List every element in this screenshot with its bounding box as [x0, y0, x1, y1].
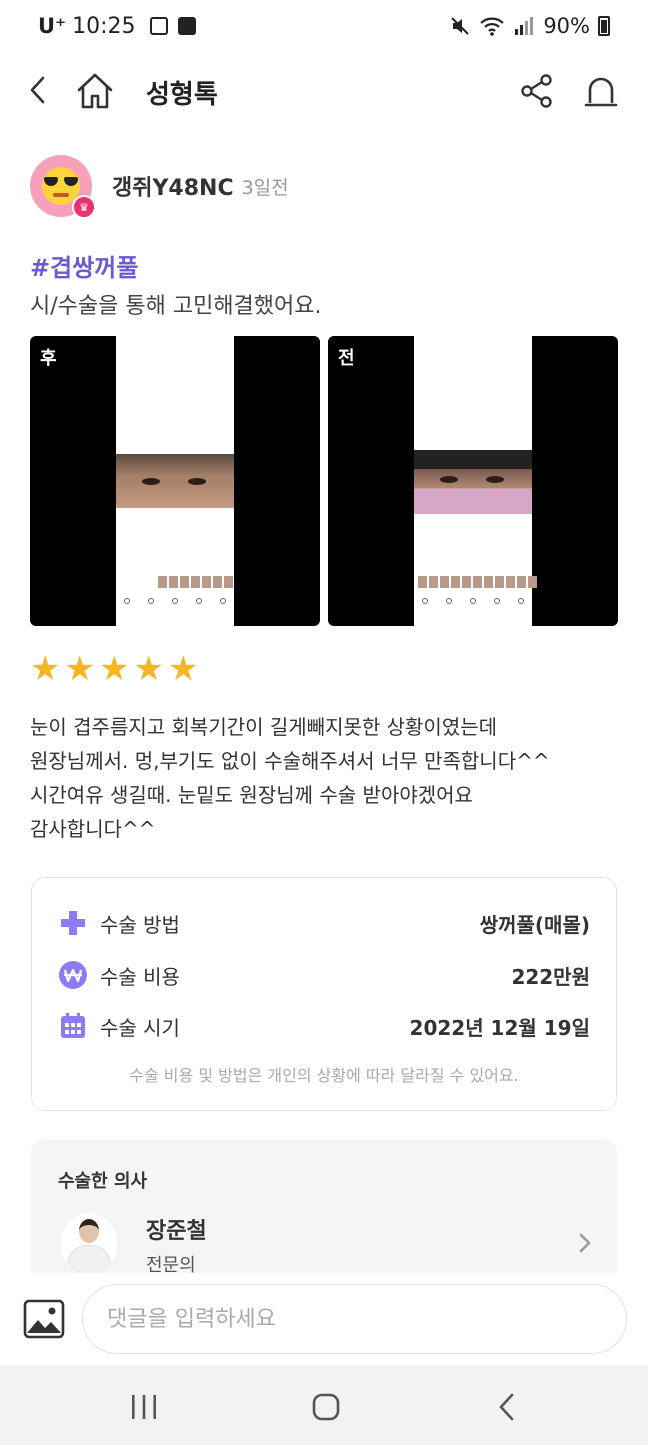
plus-cross-icon — [58, 908, 88, 938]
system-back-button[interactable] — [487, 1387, 527, 1427]
app-header: 성형톡 — [0, 60, 648, 124]
review-line: 감사합니다^^ — [30, 817, 156, 841]
after-label: 후 — [40, 348, 57, 369]
comment-bar — [0, 1273, 648, 1365]
signal-icon — [515, 17, 534, 35]
surgery-cost-value: 222만원 — [511, 964, 590, 989]
post-author[interactable]: ♛ 갱쥐Y48NC 3일전 — [30, 155, 289, 219]
doctor-name: 장준철 — [146, 1219, 207, 1244]
clock: 10:25 — [72, 13, 136, 39]
chevron-left-icon — [30, 76, 45, 104]
before-label: 전 — [338, 348, 355, 369]
after-photo[interactable]: 후 — [30, 336, 320, 626]
system-home-button[interactable] — [306, 1387, 346, 1427]
image-icon — [23, 1299, 65, 1339]
back-button[interactable] — [18, 70, 58, 110]
surgery-method-label: 수술 방법 — [100, 912, 180, 937]
star-icon: ★ — [98, 649, 130, 689]
surgery-date-value: 2022년 12월 19일 — [409, 1015, 590, 1040]
app-notification-icon — [177, 17, 196, 35]
status-indicators: 90% — [449, 14, 610, 38]
surgery-cost-row: 수술 비용 222만원 — [58, 958, 590, 992]
author-name[interactable]: 갱쥐Y48NC — [112, 170, 234, 202]
before-photo[interactable]: 전 — [328, 336, 618, 626]
doctor-card-heading: 수술한 의사 — [58, 1171, 148, 1192]
home-button[interactable] — [72, 68, 118, 114]
comment-input[interactable] — [82, 1284, 627, 1354]
post-time: 3일전 — [241, 176, 289, 199]
recents-icon — [132, 1395, 156, 1419]
star-icon: ★ — [167, 649, 199, 689]
review-text: 눈이 겹주름지고 회복기간이 길게빼지못한 상황이였는데 원장님께서. 멍,부기… — [30, 710, 620, 846]
post-hashtag[interactable]: #겹쌍꺼풀 — [30, 248, 138, 283]
battery-icon — [598, 16, 610, 36]
star-icon: ★ — [30, 649, 61, 689]
battery-percent: 90% — [543, 14, 590, 38]
report-alarm-button[interactable] — [578, 68, 624, 114]
sunglasses-emoji-icon — [44, 177, 78, 187]
surgery-date-row: 수술 시기 2022년 12월 19일 — [58, 1009, 590, 1043]
crown-badge-icon: ♛ — [72, 195, 96, 219]
chevron-right-icon — [579, 1233, 591, 1253]
surgery-cost-label: 수술 비용 — [100, 964, 180, 989]
share-button[interactable] — [514, 68, 560, 114]
doctor-card[interactable]: 수술한 의사 장준철 전문의 — [31, 1139, 617, 1273]
after-photo-screenshot — [116, 336, 234, 626]
gallery-notification-icon — [149, 17, 168, 35]
carrier-label: U⁺ — [38, 14, 67, 38]
system-navigation-bar — [0, 1365, 648, 1445]
surgery-date-label: 수술 시기 — [100, 1015, 180, 1040]
wifi-icon — [480, 17, 505, 36]
doctor-photo — [61, 1213, 117, 1273]
share-icon — [521, 74, 552, 108]
page-title: 성형톡 — [146, 80, 218, 110]
review-line: 원장님께서. 멍,부기도 없이 수술해주셔서 너무 만족합니다^^ — [30, 749, 550, 773]
surgery-info-disclaimer: 수술 비용 및 방법은 개인의 상황에 따라 달라질 수 있어요. — [129, 1066, 519, 1085]
calendar-icon — [58, 1011, 88, 1041]
attach-photo-button[interactable] — [22, 1297, 66, 1341]
review-line: 시간여유 생길때. 눈밑도 원장님께 수술 받아야겠어요 — [30, 783, 473, 807]
status-bar: U⁺ 10:25 90% — [0, 0, 648, 52]
before-photo-screenshot — [414, 336, 537, 626]
surgery-info-card: 수술 방법 쌍꺼풀(매몰) 수술 비용 222만원 수술 시기 2022년 12… — [31, 877, 617, 1111]
won-coin-icon — [58, 960, 88, 990]
star-rating: ★ ★ ★ ★ ★ — [30, 652, 198, 686]
home-circle-icon — [312, 1393, 340, 1421]
star-icon: ★ — [133, 649, 164, 689]
mute-icon — [451, 17, 470, 35]
home-icon — [77, 73, 113, 109]
star-icon: ★ — [64, 649, 95, 689]
system-back-icon — [499, 1393, 514, 1421]
doctor-role: 전문의 — [146, 1255, 196, 1273]
siren-icon — [584, 77, 618, 107]
recents-button[interactable] — [124, 1387, 164, 1427]
surgery-method-row: 수술 방법 쌍꺼풀(매몰) — [58, 906, 590, 940]
review-line: 눈이 겹주름지고 회복기간이 길게빼지못한 상황이였는데 — [30, 715, 498, 739]
post-subtitle: 시/수술을 통해 고민해결했어요. — [30, 294, 322, 319]
surgery-method-value: 쌍꺼풀(매몰) — [479, 912, 590, 937]
before-after-photos: 후 전 — [30, 336, 618, 626]
avatar[interactable]: ♛ — [30, 155, 96, 219]
